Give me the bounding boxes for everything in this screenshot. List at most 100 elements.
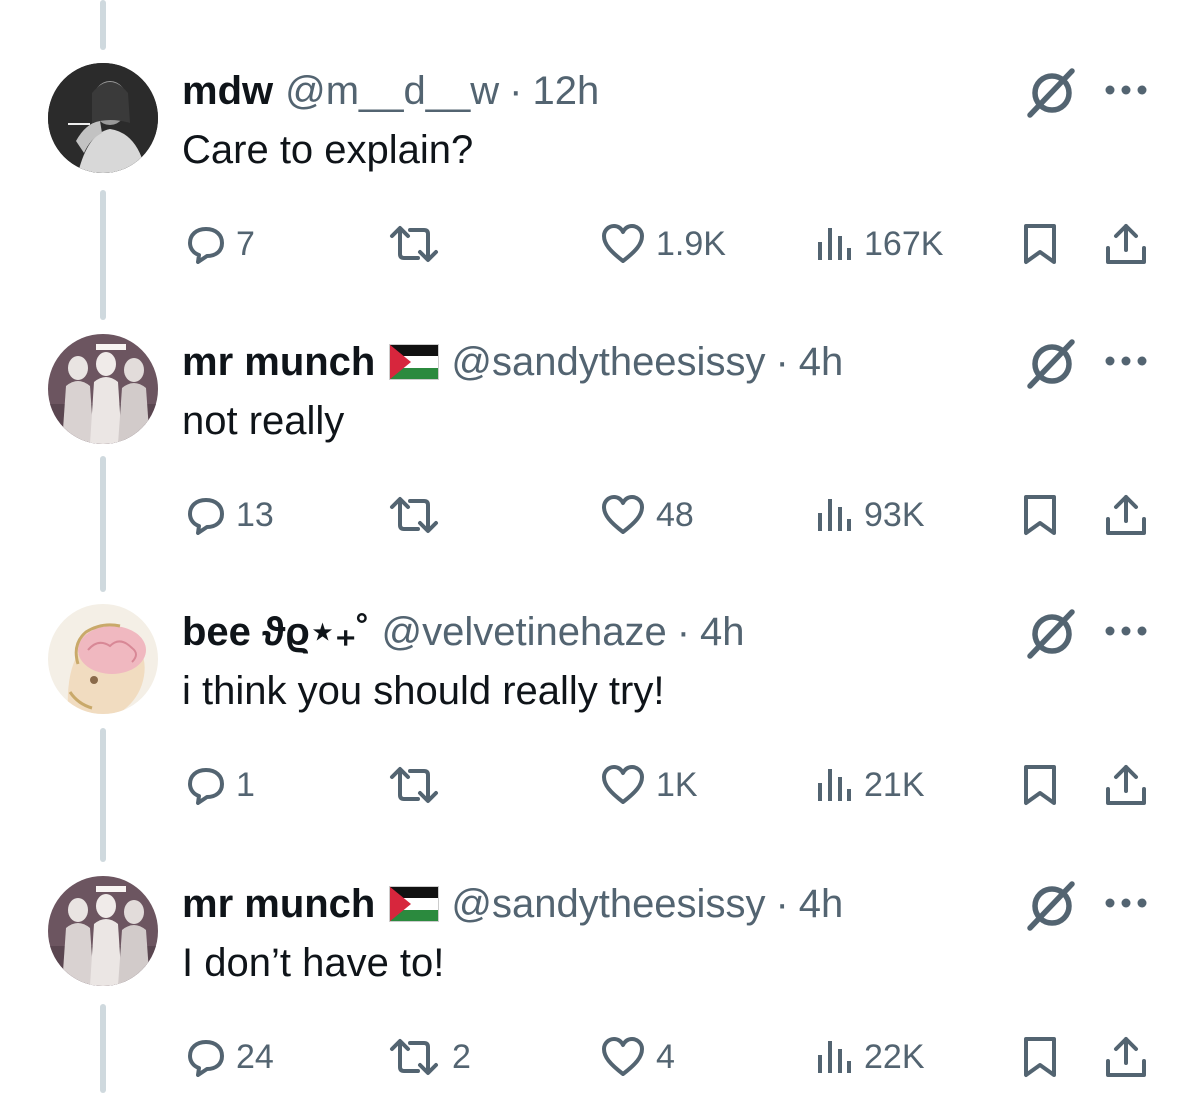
- more-dots-icon[interactable]: [1104, 623, 1148, 639]
- speech-bubble-icon: [188, 768, 224, 805]
- bar-chart-icon: [818, 1041, 851, 1073]
- retweet-arrows-icon: [390, 226, 438, 262]
- tweet-3[interactable]: bee ϑϱ⋆₊˚ @velvetinehaze · 4h i think yo…: [0, 541, 1200, 811]
- user-handle[interactable]: @velvetinehaze: [382, 610, 667, 655]
- bookmark-icon: [1024, 1037, 1056, 1077]
- heart-icon: [602, 1037, 644, 1076]
- reply-count: 1: [236, 765, 255, 804]
- views-button[interactable]: 167K: [814, 220, 943, 268]
- bookmark-icon: [1024, 224, 1056, 264]
- view-count: 167K: [864, 224, 944, 263]
- retweet-button[interactable]: 2: [386, 1033, 471, 1081]
- views-button[interactable]: 21K: [814, 761, 925, 809]
- grok-slash-icon[interactable]: [1020, 339, 1080, 389]
- heart-icon: [602, 765, 644, 804]
- retweet-arrows-icon: [390, 1039, 438, 1075]
- tweet-header: bee ϑϱ⋆₊˚ @velvetinehaze · 4h: [182, 609, 745, 655]
- timestamp[interactable]: 4h: [799, 882, 844, 927]
- man-smoking-bw-avatar: [48, 63, 158, 173]
- tweet-text: Care to explain?: [182, 128, 474, 172]
- grok-slash-icon[interactable]: [1020, 609, 1080, 659]
- share-button[interactable]: [1104, 220, 1148, 268]
- retweet-arrows-icon: [390, 497, 438, 533]
- bookmark-button[interactable]: [1022, 220, 1058, 268]
- reply-button[interactable]: 13: [186, 491, 274, 539]
- avatar[interactable]: [48, 63, 158, 173]
- reply-button[interactable]: 24: [186, 1033, 274, 1081]
- tweet-text: I don’t have to!: [182, 941, 445, 985]
- grok-slash-icon[interactable]: [1020, 881, 1080, 931]
- display-name[interactable]: bee ϑϱ⋆₊˚: [182, 609, 370, 655]
- retweet-button[interactable]: [386, 761, 452, 809]
- tweet-2[interactable]: mr munch @sandytheesissy · 4h not really…: [0, 271, 1200, 541]
- tweet-text: i think you should really try!: [182, 669, 665, 713]
- action-bar: 13 48 93K: [0, 491, 1200, 539]
- reply-count: 24: [236, 1037, 274, 1076]
- group-photo-avatar: [48, 876, 158, 986]
- display-name[interactable]: mr munch: [182, 882, 375, 927]
- reply-count: 13: [236, 495, 274, 534]
- share-upload-icon: [1106, 765, 1146, 805]
- tweet-4[interactable]: mr munch @sandytheesissy · 4h I don’t ha…: [0, 813, 1200, 1083]
- retweet-button[interactable]: [386, 220, 452, 268]
- separator-dot: ·: [676, 609, 691, 654]
- separator-dot: ·: [775, 881, 789, 926]
- action-bar: 7 1.9K 167K: [0, 220, 1200, 268]
- bar-chart-icon: [818, 769, 851, 801]
- display-name[interactable]: mdw: [182, 69, 273, 114]
- tweet-header: mdw @m__d__w · 12h: [182, 68, 599, 114]
- views-button[interactable]: 22K: [814, 1033, 925, 1081]
- view-count: 21K: [864, 765, 925, 804]
- bar-chart-icon: [818, 499, 851, 531]
- tweet-header: mr munch @sandytheesissy · 4h: [182, 339, 843, 385]
- brain-drawing-avatar: [48, 604, 158, 714]
- like-count: 1.9K: [656, 224, 726, 263]
- like-button[interactable]: 4: [600, 1033, 675, 1081]
- timestamp[interactable]: 12h: [533, 69, 600, 114]
- reply-button[interactable]: 7: [186, 220, 255, 268]
- share-upload-icon: [1106, 1037, 1146, 1077]
- display-name[interactable]: mr munch: [182, 340, 375, 385]
- grok-slash-icon[interactable]: [1020, 68, 1080, 118]
- avatar[interactable]: [48, 876, 158, 986]
- bookmark-button[interactable]: [1022, 491, 1058, 539]
- group-photo-avatar: [48, 334, 158, 444]
- more-dots-icon[interactable]: [1104, 895, 1148, 911]
- like-count: 4: [656, 1037, 675, 1076]
- retweet-count: 2: [452, 1037, 471, 1076]
- timestamp[interactable]: 4h: [700, 610, 745, 655]
- like-button[interactable]: 1.9K: [600, 220, 726, 268]
- user-handle[interactable]: @sandytheesissy: [451, 340, 765, 385]
- share-button[interactable]: [1104, 1033, 1148, 1081]
- share-button[interactable]: [1104, 761, 1148, 809]
- bookmark-icon: [1024, 495, 1056, 535]
- share-button[interactable]: [1104, 491, 1148, 539]
- user-handle[interactable]: @m__d__w: [285, 69, 499, 114]
- bookmark-button[interactable]: [1022, 1033, 1058, 1081]
- avatar[interactable]: [48, 604, 158, 714]
- separator-dot: ·: [775, 339, 789, 384]
- timestamp[interactable]: 4h: [799, 340, 844, 385]
- action-bar: 24 2 4 22K: [0, 1033, 1200, 1081]
- like-count: 1K: [656, 765, 698, 804]
- more-dots-icon[interactable]: [1104, 82, 1148, 98]
- like-button[interactable]: 1K: [600, 761, 698, 809]
- palestine-flag-icon: [389, 886, 440, 922]
- avatar[interactable]: [48, 334, 158, 444]
- reply-button[interactable]: 1: [186, 761, 255, 809]
- tweet-1[interactable]: mdw @m__d__w · 12h Care to explain? 7 1.…: [0, 0, 1200, 270]
- views-button[interactable]: 93K: [814, 491, 925, 539]
- more-dots-icon[interactable]: [1104, 353, 1148, 369]
- speech-bubble-icon: [188, 498, 224, 535]
- retweet-button[interactable]: [386, 491, 452, 539]
- tweet-header: mr munch @sandytheesissy · 4h: [182, 881, 843, 927]
- share-upload-icon: [1106, 495, 1146, 535]
- like-button[interactable]: 48: [600, 491, 694, 539]
- action-bar: 1 1K 21K: [0, 761, 1200, 809]
- bar-chart-icon: [818, 228, 851, 260]
- bookmark-button[interactable]: [1022, 761, 1058, 809]
- retweet-arrows-icon: [390, 767, 438, 803]
- bookmark-icon: [1024, 765, 1056, 805]
- speech-bubble-icon: [188, 227, 224, 264]
- user-handle[interactable]: @sandytheesissy: [451, 882, 765, 927]
